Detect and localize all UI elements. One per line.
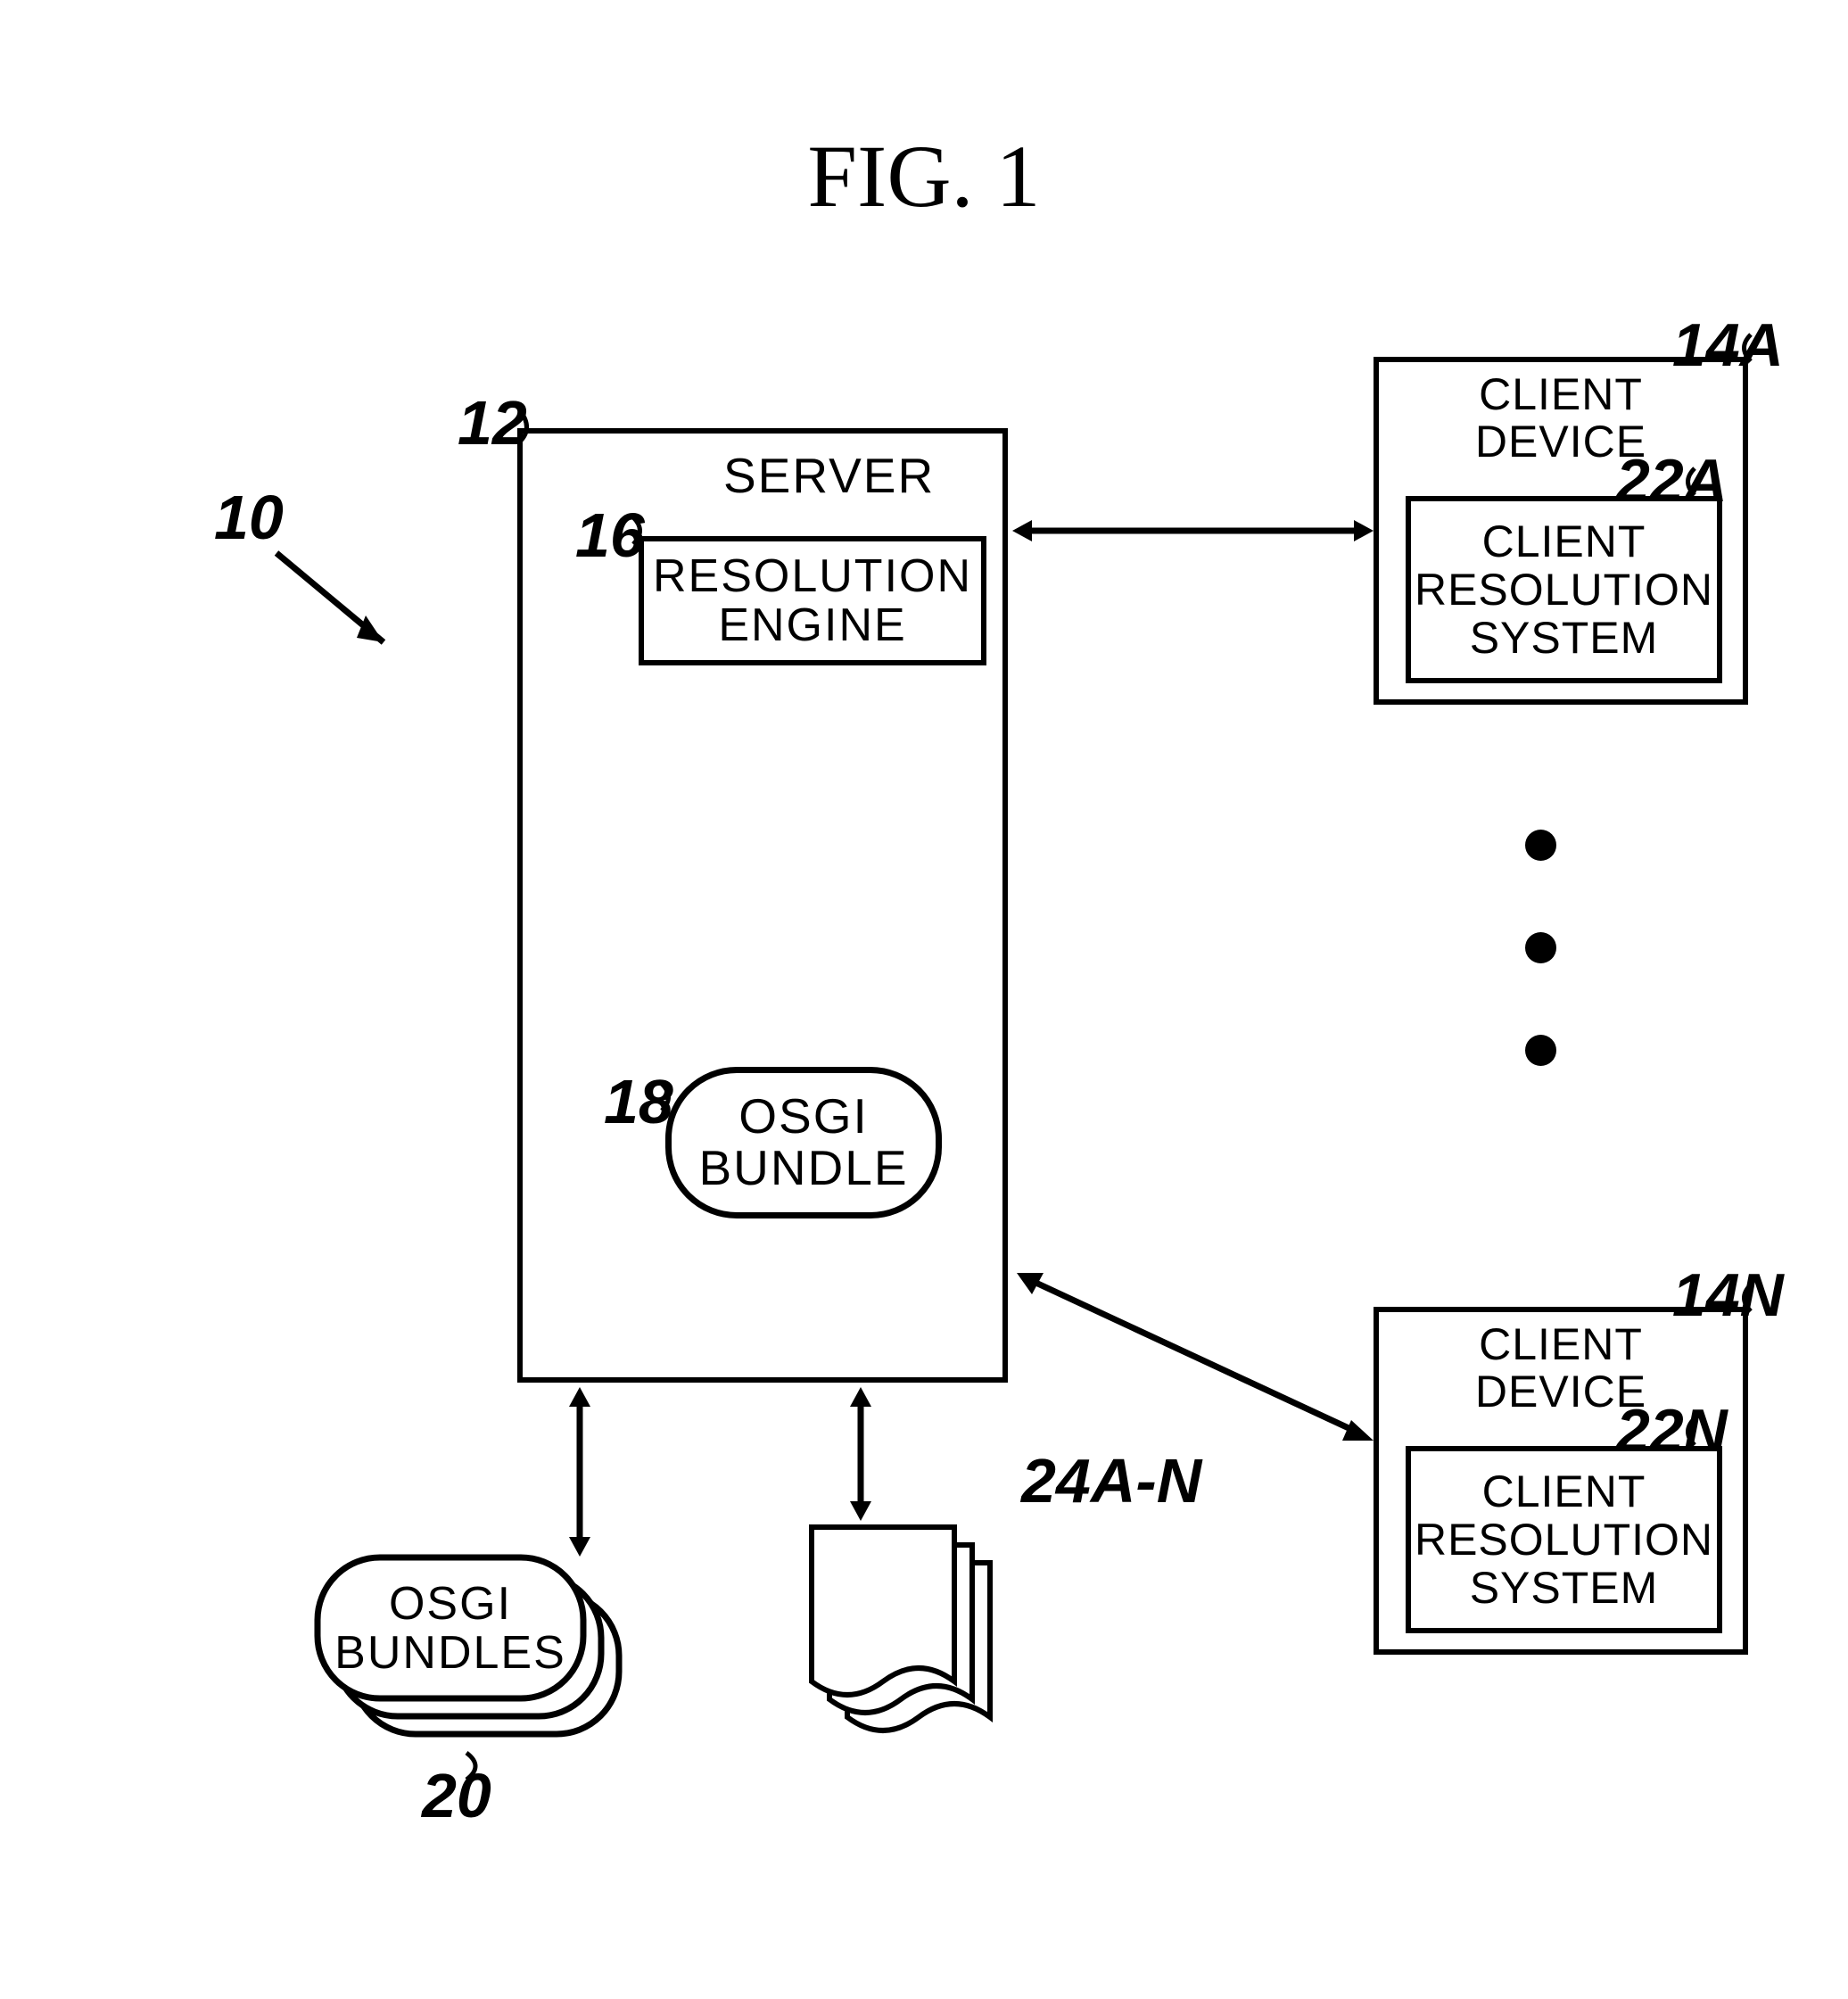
- ref-leader-14a-icon: [1728, 330, 1764, 366]
- osgi-bundles-20-icon: OSGI BUNDLES: [312, 1552, 624, 1739]
- ref-leader-22a-icon: [1672, 464, 1708, 500]
- ref-leader-22n-icon: [1672, 1414, 1708, 1450]
- client-device-n-box: CLIENTDEVICE CLIENTRESOLUTIONSYSTEM: [1374, 1307, 1748, 1655]
- ellipsis-dots-icon: [1525, 830, 1556, 1066]
- ref-arrow-10-icon: [268, 526, 410, 669]
- ref-leader-12-icon: [502, 406, 547, 450]
- dot-icon: [1525, 830, 1556, 861]
- server-box: SERVER RESOLUTIONENGINE OSGIBUNDLE: [517, 428, 1008, 1383]
- svg-text:BUNDLES: BUNDLES: [334, 1627, 566, 1679]
- client-n-resolution-system: CLIENTRESOLUTIONSYSTEM: [1406, 1446, 1722, 1633]
- resolution-engine-box: RESOLUTIONENGINE: [639, 536, 986, 665]
- ref-leader-18-icon: [648, 1079, 684, 1115]
- figure-title: FIG. 1: [0, 125, 1848, 227]
- arrow-server-to-client-n-icon: [1012, 1264, 1374, 1447]
- ref-label-24: 24A-N: [1021, 1445, 1201, 1516]
- server-label: SERVER: [723, 447, 935, 504]
- documents-24-icon: [771, 1516, 999, 1748]
- arrow-server-to-client-a-icon: [1012, 513, 1374, 549]
- dot-icon: [1525, 1035, 1556, 1066]
- ref-leader-20-icon: [462, 1748, 498, 1784]
- client-device-a-box: CLIENTDEVICE CLIENTRESOLUTIONSYSTEM: [1374, 357, 1748, 705]
- arrow-server-to-bundles-icon: [562, 1387, 598, 1557]
- dot-icon: [1525, 932, 1556, 963]
- diagram-page: FIG. 1 10 SERVER RESOLUTIONENGINE OSGIBU…: [0, 0, 1848, 1999]
- arrow-server-to-docs-icon: [843, 1387, 879, 1521]
- ref-leader-16-icon: [620, 513, 656, 549]
- client-a-resolution-system: CLIENTRESOLUTIONSYSTEM: [1406, 496, 1722, 683]
- svg-text:OSGI: OSGI: [389, 1578, 512, 1630]
- ref-leader-14n-icon: [1728, 1280, 1764, 1316]
- osgi-bundle-18-box: OSGIBUNDLE: [665, 1067, 942, 1218]
